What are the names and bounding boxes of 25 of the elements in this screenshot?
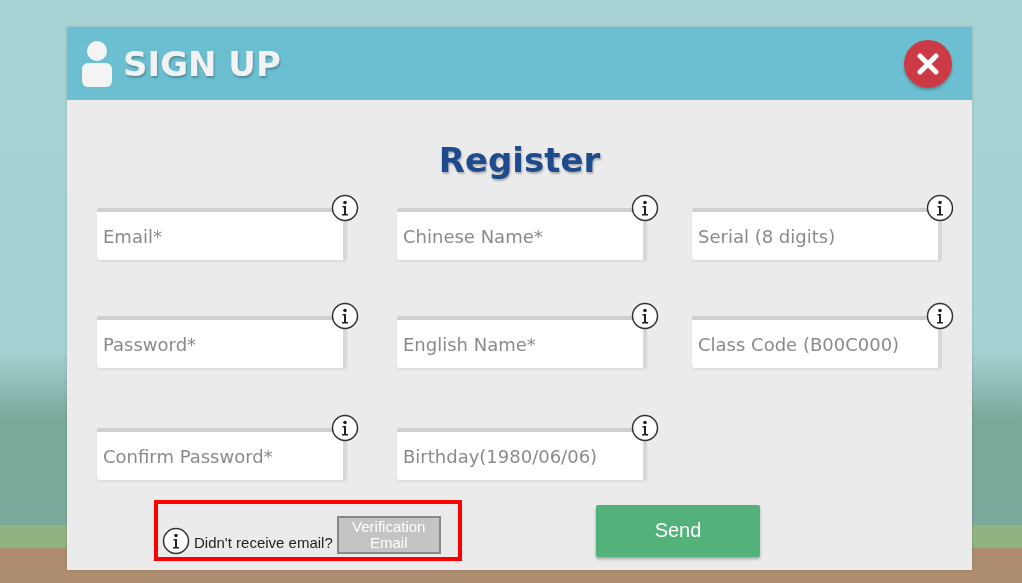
input-field[interactable]: Chinese Name*: [397, 208, 647, 260]
input-field[interactable]: Serial (8 digits): [692, 208, 942, 260]
user-icon: [81, 39, 113, 88]
input-field[interactable]: Password*: [97, 316, 347, 368]
info-icon[interactable]: [926, 302, 954, 330]
input-field[interactable]: Class Code (B00C000): [692, 316, 942, 368]
info-icon[interactable]: [331, 194, 359, 222]
input-field[interactable]: Email*: [97, 208, 347, 260]
close-icon: [917, 52, 939, 75]
info-icon[interactable]: [631, 302, 659, 330]
info-icon[interactable]: [631, 194, 659, 222]
info-icon[interactable]: [631, 414, 659, 442]
send-button[interactable]: Send: [596, 504, 760, 557]
close-button[interactable]: [904, 39, 952, 88]
input-field[interactable]: Confirm Password*: [97, 428, 347, 480]
info-icon[interactable]: [926, 194, 954, 222]
dialog-title: SIGN UP: [123, 43, 281, 84]
info-icon[interactable]: [162, 526, 190, 555]
input-field[interactable]: Birthday(1980/06/06): [397, 428, 647, 480]
input-field[interactable]: English Name*: [397, 316, 647, 368]
info-icon[interactable]: [331, 302, 359, 330]
form-heading: Register: [438, 140, 601, 180]
resend-prompt: Didn't receive email?: [194, 534, 333, 551]
verification-email-button[interactable]: Verification Email: [336, 515, 441, 554]
info-icon[interactable]: [331, 414, 359, 442]
